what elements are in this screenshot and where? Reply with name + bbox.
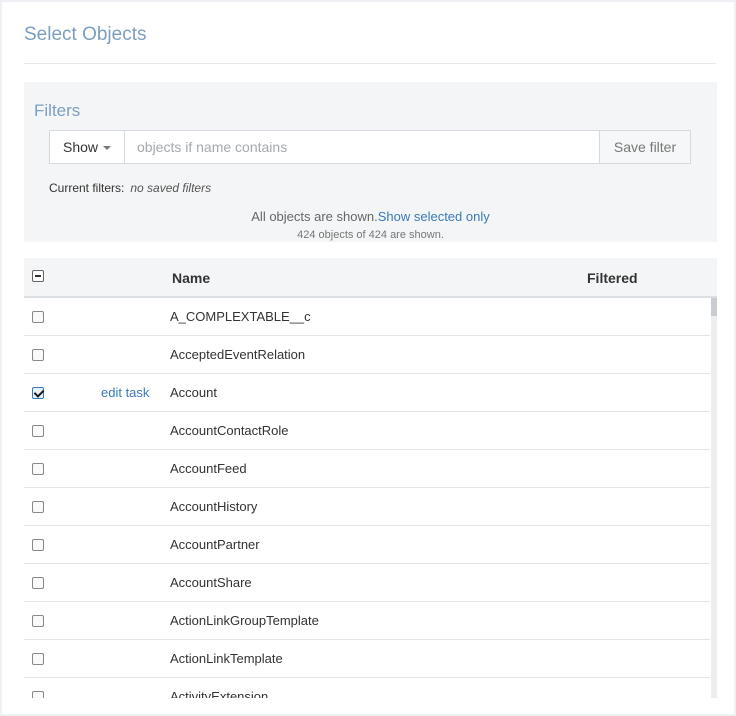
row-checkbox[interactable] [32,311,44,323]
table-scrollbar[interactable] [711,298,717,698]
row-checkbox[interactable] [32,653,44,665]
row-checkbox[interactable] [32,425,44,437]
object-name: A_COMPLEXTABLE__c [170,309,311,324]
filters-panel: Filters Show Save filter Current filters… [24,82,717,242]
row-checkbox[interactable] [32,387,44,399]
object-count: 424 objects of 424 are shown. [297,229,444,241]
object-name: AccountContactRole [170,423,289,438]
table-row: ActionLinkGroupTemplate [24,602,710,640]
shown-status: All objects are shown.Show selected only [24,209,717,224]
table-row: AccountShare [24,564,710,602]
object-name: ActionLinkGroupTemplate [170,613,319,628]
table-row: AccountHistory [24,488,710,526]
window-frame: Select Objects Filters Show Save filter … [0,0,736,716]
object-name: ActionLinkTemplate [170,651,283,666]
table-row: A_COMPLEXTABLE__c [24,298,710,336]
object-name: Account [170,385,217,400]
row-checkbox[interactable] [32,539,44,551]
table-row: ActivityExtension [24,678,710,698]
show-dropdown-label: Show [62,139,99,155]
current-filters-value: no saved filters [130,181,212,195]
row-checkbox[interactable] [32,349,44,361]
divider [24,63,716,64]
table-row: edit task Account [24,374,710,412]
column-header-name[interactable]: Name [172,270,210,286]
current-filters-label: Current filters: [49,181,125,195]
row-checkbox[interactable] [32,463,44,475]
table-header: Name Filtered [24,258,717,298]
object-name: AccountHistory [170,499,258,514]
object-name: AcceptedEventRelation [170,347,306,362]
row-checkbox[interactable] [32,577,44,589]
current-filters: Current filters: no saved filters [49,181,211,195]
row-checkbox[interactable] [32,691,44,698]
object-name: AccountPartner [170,537,260,552]
table-row: ActionLinkTemplate [24,640,710,678]
select-all-checkbox[interactable] [32,270,44,282]
shown-status-text: All objects are shown. [251,209,378,224]
page-title: Select Objects [24,24,147,45]
filters-heading: Filters [34,101,81,120]
edit-task-link[interactable]: edit task [101,385,149,400]
save-filter-button[interactable]: Save filter [599,131,690,163]
objects-table: A_COMPLEXTABLE__c AcceptedEventRelation … [24,298,717,698]
table-row: AccountFeed [24,450,710,488]
filter-name-input[interactable] [125,131,599,163]
show-dropdown-button[interactable]: Show [50,131,125,163]
scrollbar-thumb[interactable] [711,298,717,316]
table-row: AccountContactRole [24,412,710,450]
row-checkbox[interactable] [32,501,44,513]
show-selected-only-link[interactable]: Show selected only [378,209,490,224]
object-name: ActivityExtension [170,689,269,698]
row-checkbox[interactable] [32,615,44,627]
column-header-filtered[interactable]: Filtered [587,270,638,286]
object-name: AccountFeed [170,461,247,476]
filter-bar: Show Save filter [49,130,691,164]
caret-down-icon [103,146,112,150]
table-row: AcceptedEventRelation [24,336,710,374]
object-name: AccountShare [170,575,252,590]
table-row: AccountPartner [24,526,710,564]
